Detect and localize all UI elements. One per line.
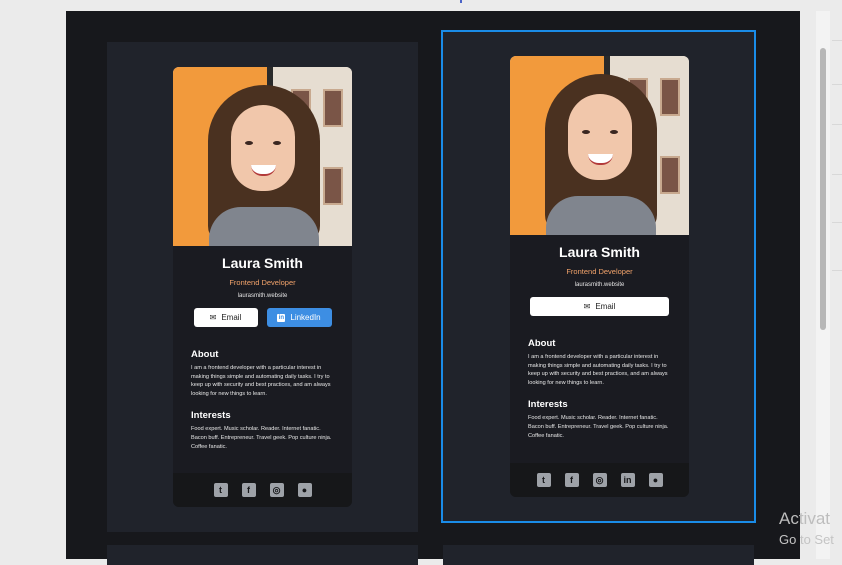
profile-name: Laura Smith	[222, 255, 303, 271]
interests-section: Interests Food expert. Music scholar. Re…	[191, 410, 334, 451]
interests-text: Food expert. Music scholar. Reader. Inte…	[191, 426, 332, 450]
envelope-icon: ✉	[209, 312, 217, 322]
preview-canvas: Laura Smith Frontend Developer laurasmit…	[66, 11, 800, 565]
interests-heading: Interests	[528, 399, 568, 411]
about-text: I am a frontend developer with a particu…	[191, 365, 331, 397]
design-panel-2-selected[interactable]: Laura Smith Frontend Developer laurasmit…	[441, 30, 756, 523]
instagram-icon[interactable]: ◎	[269, 483, 284, 497]
linkedin-icon[interactable]: in	[620, 473, 635, 487]
design-panel-3[interactable]	[107, 545, 418, 565]
profile-card: Laura Smith Frontend Developer laurasmit…	[510, 56, 689, 497]
email-button[interactable]: ✉ Email	[530, 297, 669, 316]
profile-website[interactable]: laurasmith.website	[528, 282, 671, 288]
profile-photo	[510, 56, 689, 235]
activation-watermark: Activat	[779, 509, 831, 528]
twitter-icon[interactable]: t	[213, 483, 228, 497]
instagram-icon[interactable]: ◎	[592, 473, 607, 487]
edge-panel	[832, 40, 842, 280]
linkedin-icon: in	[277, 313, 286, 322]
social-footer: t f ◎ in ●	[510, 463, 689, 497]
facebook-icon[interactable]: f	[564, 473, 579, 487]
about-section: About I am a frontend developer with a p…	[191, 349, 334, 398]
profile-card: Laura Smith Frontend Developer laurasmit…	[173, 67, 352, 507]
github-icon[interactable]: ●	[648, 473, 663, 487]
interests-heading: Interests	[191, 410, 231, 422]
about-section: About I am a frontend developer with a p…	[528, 338, 671, 387]
profile-website[interactable]: laurasmith.website	[191, 293, 334, 299]
facebook-icon[interactable]: f	[241, 483, 256, 497]
envelope-icon: ✉	[583, 301, 591, 311]
scrollbar-thumb[interactable]	[820, 48, 826, 330]
design-panel-1[interactable]: Laura Smith Frontend Developer laurasmit…	[107, 42, 418, 532]
profile-name: Laura Smith	[559, 244, 640, 260]
linkedin-button-label: LinkedIn	[290, 313, 321, 322]
email-button-label: Email	[221, 313, 242, 322]
about-heading: About	[528, 338, 556, 349]
profile-role: Frontend Developer	[566, 267, 633, 276]
twitter-icon[interactable]: t	[536, 473, 551, 487]
email-button[interactable]: ✉ Email	[193, 308, 258, 327]
profile-role: Frontend Developer	[229, 278, 296, 287]
github-icon[interactable]: ●	[297, 483, 312, 497]
interests-text: Food expert. Music scholar. Reader. Inte…	[528, 415, 669, 439]
linkedin-button[interactable]: in LinkedIn	[266, 308, 332, 327]
about-text: I am a frontend developer with a particu…	[528, 354, 668, 386]
design-panel-4[interactable]	[443, 545, 754, 565]
activation-watermark-sub: Go to Set	[779, 532, 834, 547]
email-button-label: Email	[595, 302, 616, 311]
social-footer: t f ◎ ●	[173, 473, 352, 507]
about-heading: About	[191, 349, 219, 360]
top-marker	[460, 0, 462, 3]
interests-section: Interests Food expert. Music scholar. Re…	[528, 399, 671, 440]
profile-photo	[173, 67, 352, 246]
